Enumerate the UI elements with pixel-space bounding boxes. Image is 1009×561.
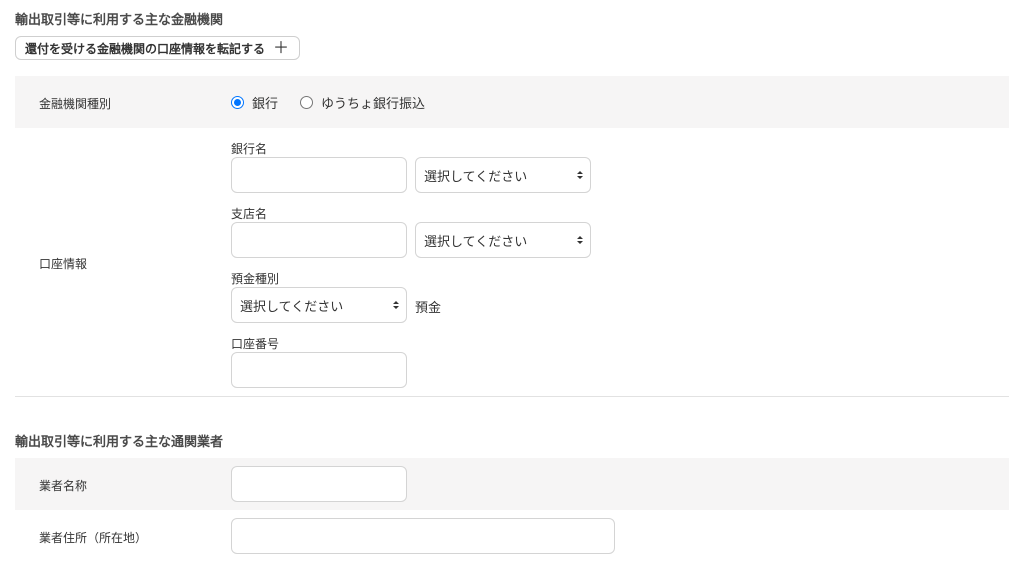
broker-section-title: 輸出取引等に利用する主な通関業者 bbox=[15, 435, 224, 450]
radio-option-bank[interactable]: 銀行 bbox=[231, 93, 278, 112]
deposit-type-select-value: 選択してください bbox=[240, 299, 344, 315]
broker-address-label: 業者住所（所在地） bbox=[39, 531, 148, 545]
account-number-input[interactable] bbox=[231, 352, 407, 388]
account-number-label: 口座番号 bbox=[231, 337, 280, 351]
transfer-button-label: 還付を受ける金融機関の口座情報を転記する bbox=[25, 41, 266, 56]
broker-name-row: 業者名称 bbox=[15, 458, 1009, 510]
select-arrows-icon bbox=[577, 171, 583, 179]
account-info-row: 口座情報 銀行名 選択してください 支店名 選択してください 預金種別 選択して… bbox=[15, 128, 1009, 396]
radio-yucho[interactable] bbox=[300, 96, 314, 109]
branch-type-select[interactable]: 選択してください bbox=[415, 222, 591, 258]
institution-type-label: 金融機関種別 bbox=[39, 97, 112, 111]
broker-address-row: 業者住所（所在地） bbox=[15, 510, 1009, 561]
bank-type-select[interactable]: 選択してください bbox=[415, 157, 591, 193]
radio-option-yucho[interactable]: ゆうちょ銀行振込 bbox=[300, 93, 425, 112]
institution-type-radio-group: 銀行 ゆうちょ銀行振込 bbox=[231, 93, 447, 112]
deposit-type-select[interactable]: 選択してください bbox=[231, 287, 407, 323]
institution-type-row: 金融機関種別 銀行 ゆうちょ銀行振込 bbox=[15, 76, 1009, 128]
branch-name-input[interactable] bbox=[231, 222, 407, 258]
bank-name-input[interactable] bbox=[231, 157, 407, 193]
branch-name-label: 支店名 bbox=[231, 207, 268, 221]
account-info-label: 口座情報 bbox=[39, 257, 88, 271]
bank-section-title: 輸出取引等に利用する主な金融機関 bbox=[15, 13, 224, 28]
broker-name-input[interactable] bbox=[231, 466, 407, 502]
broker-address-input[interactable] bbox=[231, 518, 615, 554]
deposit-type-label: 預金種別 bbox=[231, 272, 280, 286]
broker-name-label: 業者名称 bbox=[39, 479, 88, 493]
radio-bank-label: 銀行 bbox=[252, 97, 279, 112]
bank-type-select-value: 選択してください bbox=[424, 169, 528, 185]
bank-name-label: 銀行名 bbox=[231, 142, 268, 156]
section-divider bbox=[15, 396, 1009, 397]
branch-type-select-value: 選択してください bbox=[424, 234, 528, 250]
transfer-account-info-button[interactable]: 還付を受ける金融機関の口座情報を転記する ＋ bbox=[15, 36, 301, 60]
select-arrows-icon bbox=[577, 236, 583, 244]
plus-icon: ＋ bbox=[273, 38, 290, 57]
radio-yucho-label: ゆうちょ銀行振込 bbox=[321, 97, 426, 112]
radio-bank[interactable] bbox=[231, 96, 244, 109]
deposit-suffix: 預金 bbox=[415, 301, 442, 316]
select-arrows-icon bbox=[393, 301, 399, 309]
